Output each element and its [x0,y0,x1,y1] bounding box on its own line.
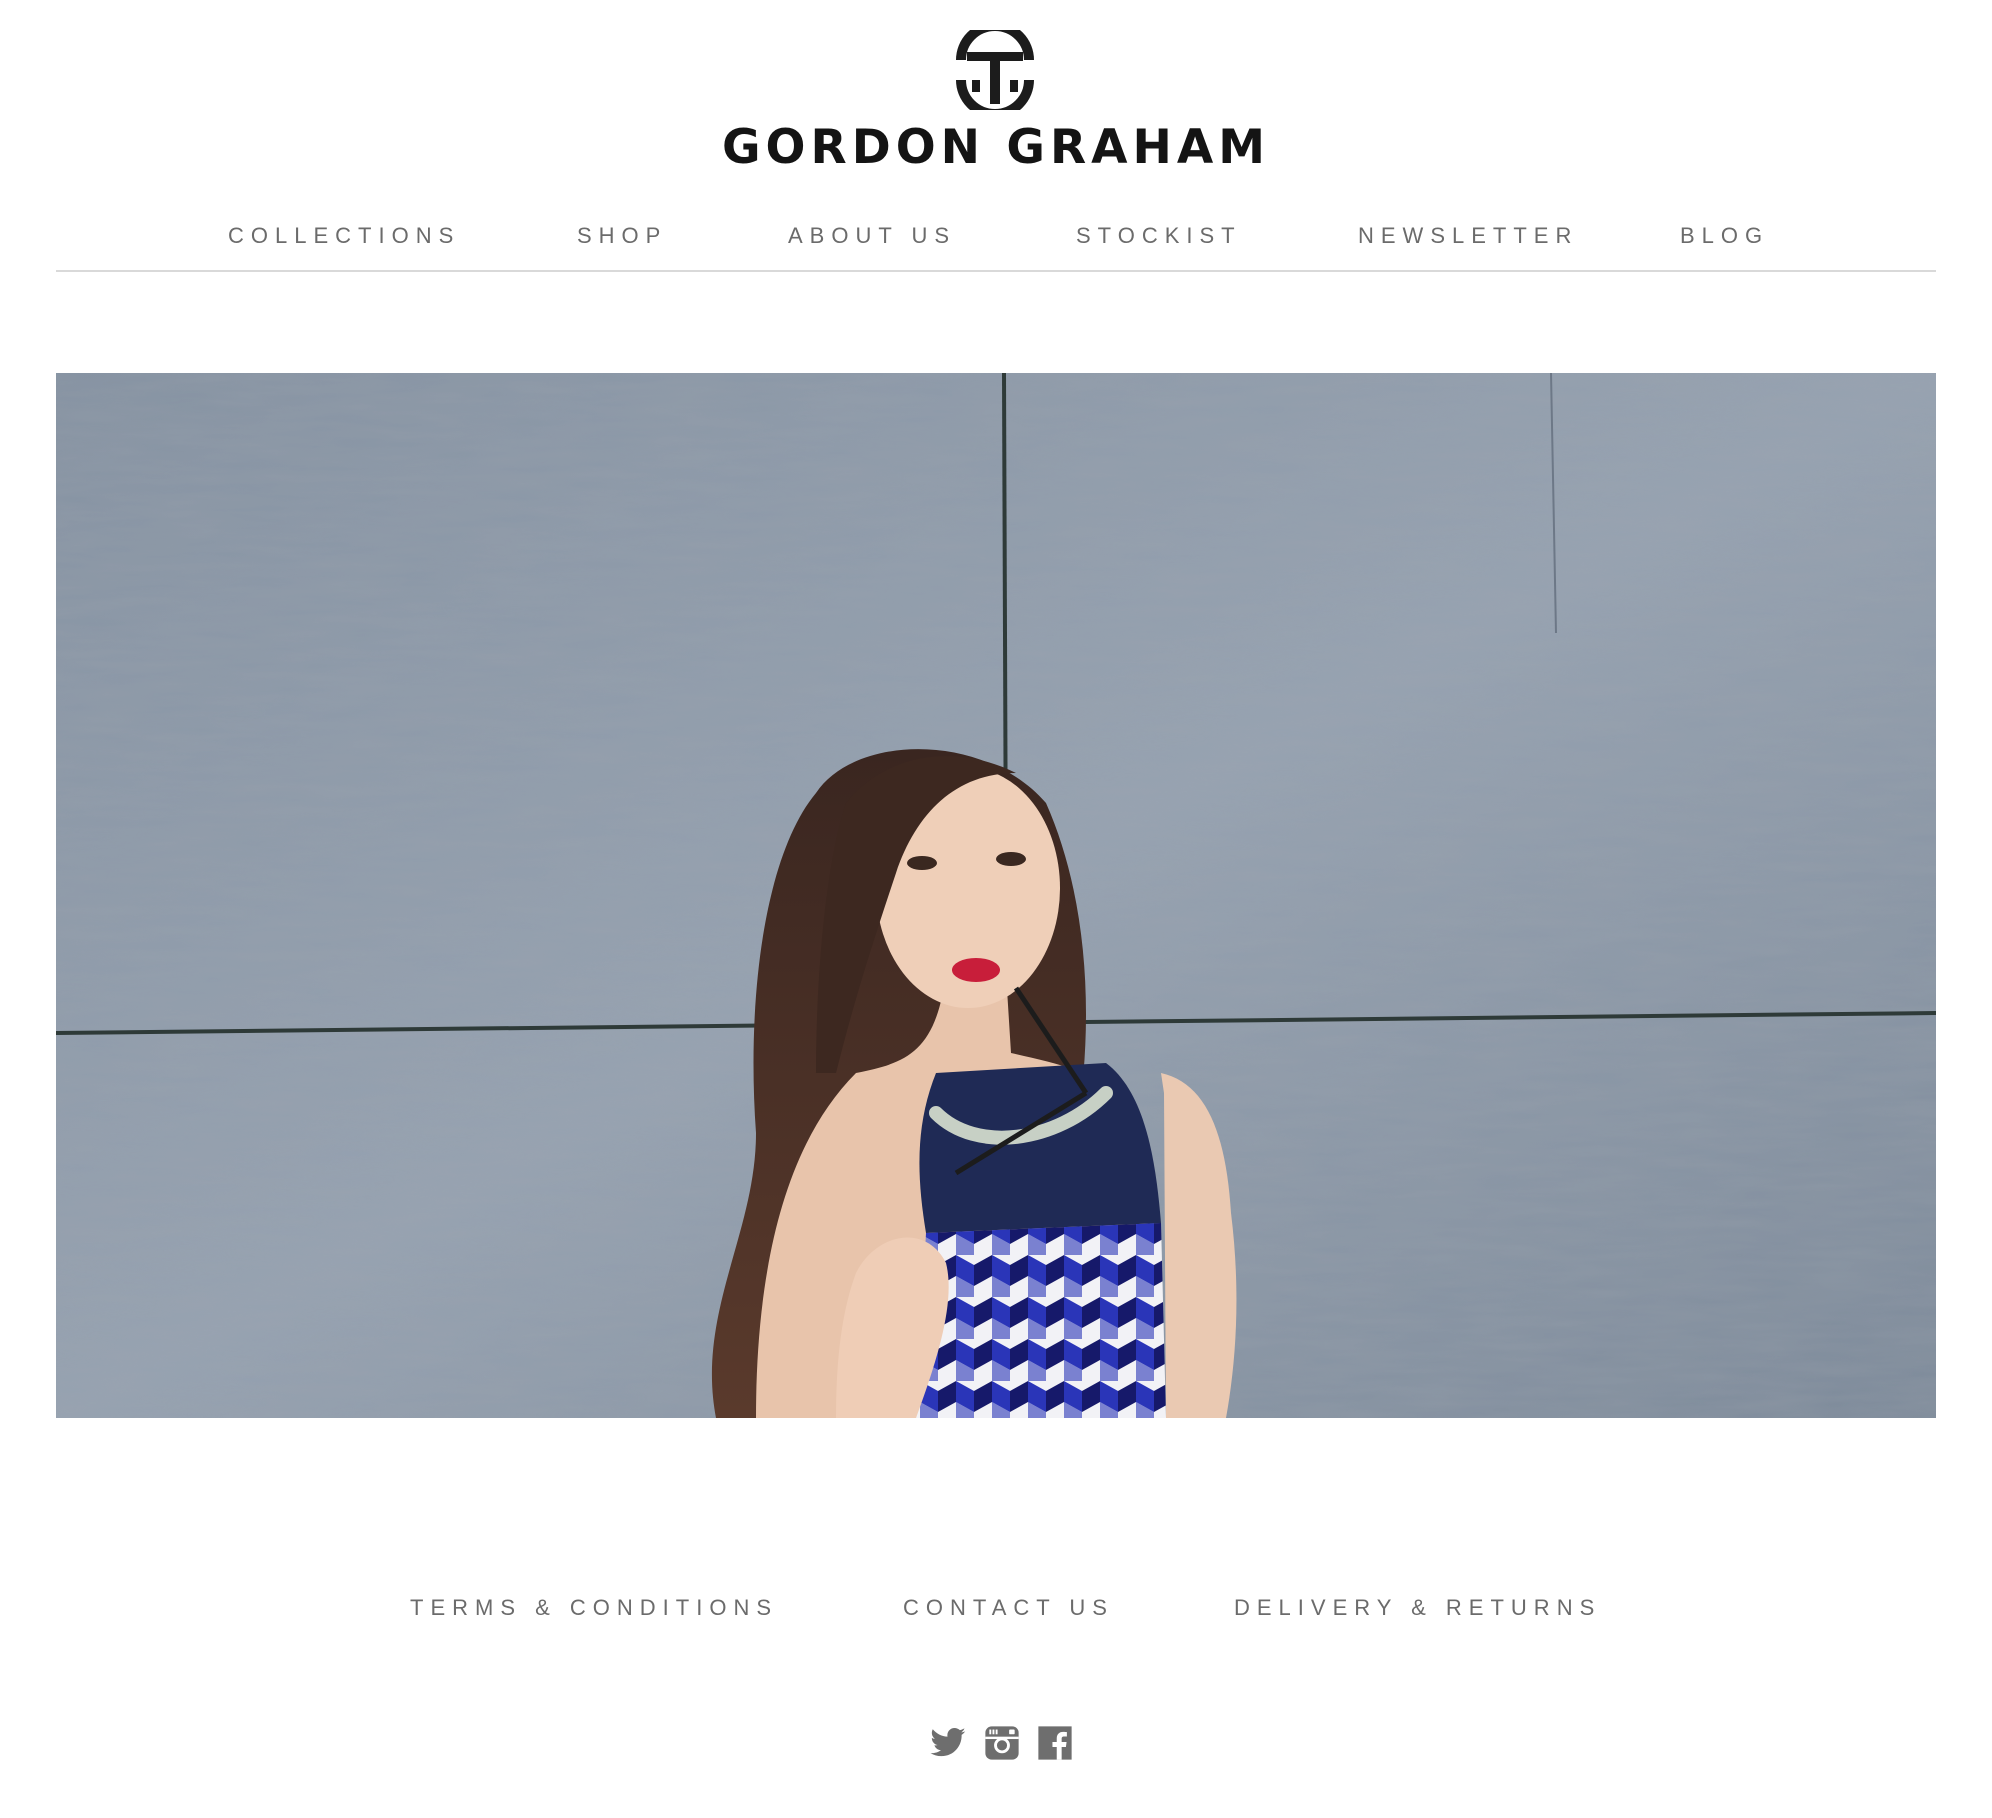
footer-link-terms-conditions[interactable]: TERMS & CONDITIONS [410,1588,778,1628]
hero-photo [56,373,1936,1418]
footer-link-delivery-returns[interactable]: DELIVERY & RETURNS [1234,1588,1601,1628]
hero-image [56,373,1936,1418]
footer-links: TERMS & CONDITIONS CONTACT US DELIVERY &… [0,1588,1992,1628]
gg-monogram-logo-icon[interactable] [955,30,1035,110]
nav-item-blog[interactable]: BLOG [1680,218,1769,254]
nav-item-newsletter[interactable]: NEWSLETTER [1358,218,1578,254]
main-nav: COLLECTIONS SHOP ABOUT US STOCKIST NEWSL… [56,218,1936,254]
instagram-icon[interactable] [983,1724,1021,1762]
footer-link-contact-us[interactable]: CONTACT US [903,1588,1114,1628]
header-divider [56,270,1936,272]
nav-item-shop[interactable]: SHOP [577,218,667,254]
nav-item-about-us[interactable]: ABOUT US [788,218,956,254]
nav-item-collections[interactable]: COLLECTIONS [228,218,460,254]
facebook-icon[interactable] [1036,1724,1074,1762]
brand-name[interactable]: GORDON GRAHAM [0,118,1992,178]
twitter-icon[interactable] [929,1724,967,1762]
site-header: GORDON GRAHAM COLLECTIONS SHOP ABOUT US … [0,0,1992,272]
nav-item-stockist[interactable]: STOCKIST [1076,218,1242,254]
